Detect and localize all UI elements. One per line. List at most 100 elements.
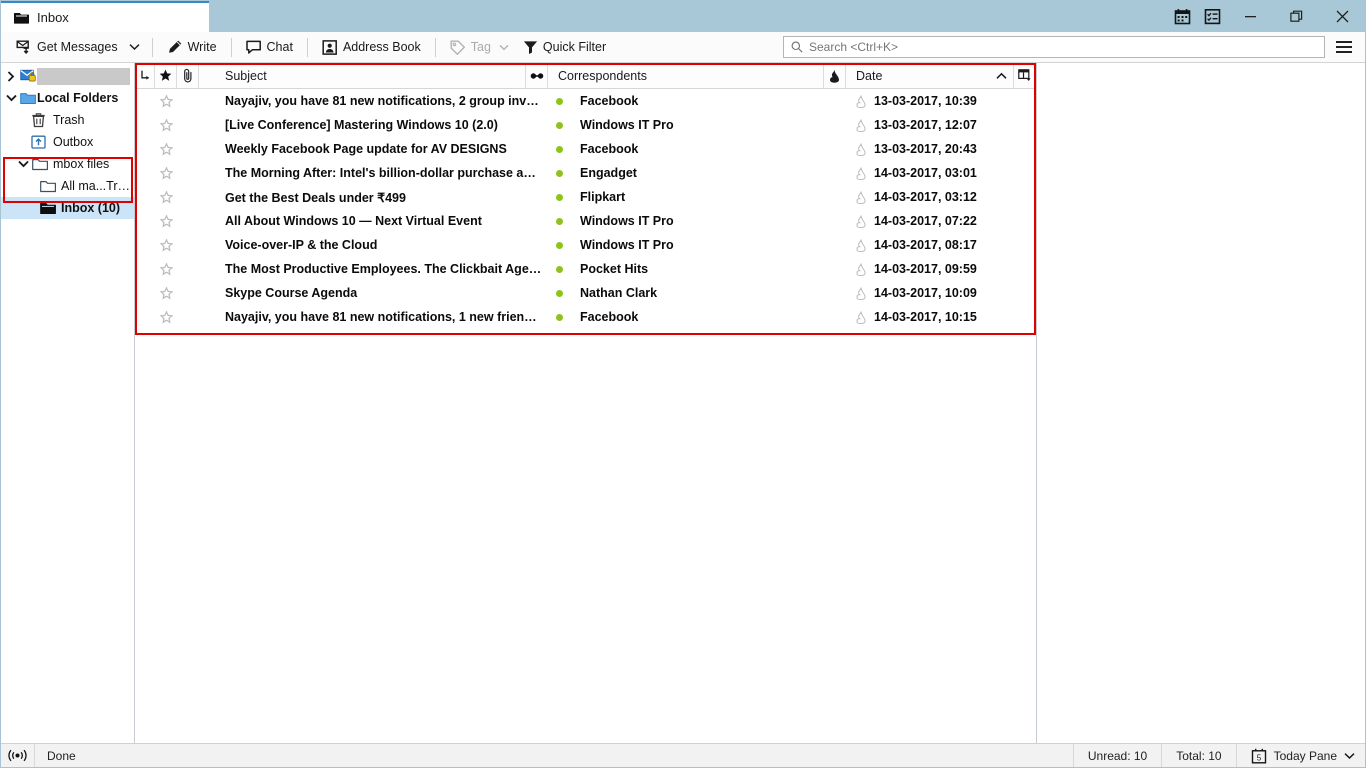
unread-dot-icon[interactable]: [548, 265, 570, 273]
unread-dot-icon[interactable]: [548, 169, 570, 177]
star-icon[interactable]: [155, 214, 177, 228]
paperclip-icon: [182, 68, 194, 83]
get-messages-dropdown[interactable]: [125, 35, 145, 60]
sidebar-item-inbox[interactable]: Inbox (10): [1, 197, 134, 219]
table-row[interactable]: Nayajiv, you have 81 new notifications, …: [135, 305, 1036, 329]
star-icon[interactable]: [155, 142, 177, 156]
tab-inbox[interactable]: Inbox: [1, 1, 209, 32]
sidebar-item-trash[interactable]: Trash: [1, 109, 134, 131]
row-correspondent: Windows IT Pro: [580, 238, 674, 252]
chevron-right-icon[interactable]: [3, 70, 19, 82]
star-icon[interactable]: [155, 262, 177, 276]
address-book-button[interactable]: Address Book: [315, 35, 428, 60]
unread-dot-icon[interactable]: [548, 217, 570, 225]
column-header-unread[interactable]: [526, 63, 548, 88]
star-icon[interactable]: [155, 238, 177, 252]
tasks-icon[interactable]: [1197, 0, 1227, 32]
chat-button[interactable]: Chat: [239, 35, 300, 60]
unread-dot-icon[interactable]: [548, 97, 570, 105]
column-header-date-icon[interactable]: [824, 63, 846, 88]
app-menu-button[interactable]: [1329, 34, 1359, 60]
column-header-thread[interactable]: [135, 63, 155, 88]
message-preview-pane: [1037, 63, 1365, 743]
sidebar-item-outbox[interactable]: Outbox: [1, 131, 134, 153]
table-row[interactable]: [Live Conference] Mastering Windows 10 (…: [135, 113, 1036, 137]
tag-button[interactable]: Tag: [443, 35, 516, 60]
column-header-subject[interactable]: Subject: [199, 63, 526, 88]
row-subject[interactable]: Nayajiv, you have 81 new notifications, …: [199, 310, 548, 324]
minimize-icon[interactable]: [1227, 0, 1273, 32]
unread-dot-icon[interactable]: [548, 193, 570, 201]
sidebar-item-mbox-files[interactable]: mbox files: [1, 153, 134, 175]
search-input[interactable]: Search <Ctrl+K>: [783, 36, 1325, 58]
write-button[interactable]: Write: [160, 35, 224, 60]
unread-dot-icon[interactable]: [548, 289, 570, 297]
row-subject[interactable]: [Live Conference] Mastering Windows 10 (…: [199, 118, 548, 132]
sidebar-item-local-folders[interactable]: Local Folders: [1, 87, 134, 109]
row-subject[interactable]: Get the Best Deals under ₹499: [199, 190, 548, 205]
unread-dot-icon[interactable]: [548, 145, 570, 153]
unread-dot-icon[interactable]: [548, 241, 570, 249]
table-row[interactable]: Skype Course Agenda Nathan Clark 14-03-2…: [135, 281, 1036, 305]
message-rows: Nayajiv, you have 81 new notifications, …: [135, 89, 1036, 743]
column-picker-icon[interactable]: [1014, 63, 1036, 88]
search-area: Search <Ctrl+K>: [613, 36, 1329, 58]
calendar-icon[interactable]: [1167, 0, 1197, 32]
chevron-down-icon[interactable]: [3, 94, 19, 103]
unread-dot-icon[interactable]: [548, 121, 570, 129]
unread-dot-icon[interactable]: [548, 313, 570, 321]
row-date-cell: 14-03-2017, 10:15: [846, 310, 1036, 324]
message-list-header: Subject Correspondents Date: [135, 63, 1036, 89]
sidebar-item-label: mbox files: [53, 157, 110, 171]
sidebar-item-label: Outbox: [53, 135, 94, 149]
column-header-correspondents[interactable]: Correspondents: [548, 63, 824, 88]
quick-filter-button[interactable]: Quick Filter: [516, 35, 613, 60]
toolbar-separator-4: [434, 37, 436, 57]
write-label: Write: [187, 40, 217, 54]
folder-black-icon: [39, 202, 57, 215]
main-body: Local Folders Trash Outbox mbox files Al…: [1, 63, 1365, 743]
star-icon[interactable]: [155, 310, 177, 324]
get-messages-label: Get Messages: [37, 40, 118, 54]
column-header-date[interactable]: Date: [846, 63, 1014, 88]
sidebar-item-label: All ma...Trash: [61, 179, 134, 193]
row-subject[interactable]: Voice-over-IP & the Cloud: [199, 238, 548, 252]
table-row[interactable]: Weekly Facebook Page update for AV DESIG…: [135, 137, 1036, 161]
star-icon[interactable]: [155, 190, 177, 204]
row-subject[interactable]: Skype Course Agenda: [199, 286, 548, 300]
row-subject[interactable]: The Morning After: Intel's billion-dolla…: [199, 166, 548, 180]
table-row[interactable]: The Morning After: Intel's billion-dolla…: [135, 161, 1036, 185]
row-date: 13-03-2017, 10:39: [874, 94, 977, 108]
tab-empty-slot[interactable]: [209, 1, 309, 32]
today-pane-button[interactable]: 5 Today Pane: [1235, 744, 1365, 767]
restore-icon[interactable]: [1273, 0, 1319, 32]
row-correspondent: Nathan Clark: [580, 286, 658, 300]
star-icon[interactable]: [155, 118, 177, 132]
star-icon[interactable]: [155, 94, 177, 108]
row-correspondent: Engadget: [580, 166, 637, 180]
star-icon[interactable]: [155, 166, 177, 180]
address-book-icon: [322, 39, 338, 55]
flame-icon: [856, 262, 866, 276]
row-subject[interactable]: Nayajiv, you have 81 new notifications, …: [199, 94, 548, 108]
chevron-down-icon[interactable]: [15, 160, 31, 169]
account-mail-icon: [19, 69, 37, 83]
table-row[interactable]: Voice-over-IP & the Cloud Windows IT Pro…: [135, 233, 1036, 257]
row-correspondent: Pocket Hits: [580, 262, 649, 276]
row-subject[interactable]: Weekly Facebook Page update for AV DESIG…: [199, 142, 548, 156]
table-row[interactable]: All About Windows 10 — Next Virtual Even…: [135, 209, 1036, 233]
table-row[interactable]: Nayajiv, you have 81 new notifications, …: [135, 89, 1036, 113]
row-subject[interactable]: All About Windows 10 — Next Virtual Even…: [199, 214, 548, 228]
column-header-attachment[interactable]: [177, 63, 199, 88]
table-row[interactable]: The Most Productive Employees. The Click…: [135, 257, 1036, 281]
table-row[interactable]: Get the Best Deals under ₹499 Flipkart 1…: [135, 185, 1036, 209]
row-subject[interactable]: The Most Productive Employees. The Click…: [199, 262, 548, 276]
sidebar-item-all-mail-trash[interactable]: All ma...Trash: [1, 175, 134, 197]
sidebar-item-account[interactable]: [1, 65, 134, 87]
column-header-star[interactable]: [155, 63, 177, 88]
get-messages-button[interactable]: Get Messages: [9, 35, 125, 60]
funnel-icon: [523, 40, 538, 55]
offline-icon[interactable]: [1, 744, 35, 767]
star-icon[interactable]: [155, 286, 177, 300]
close-icon[interactable]: [1319, 0, 1365, 32]
